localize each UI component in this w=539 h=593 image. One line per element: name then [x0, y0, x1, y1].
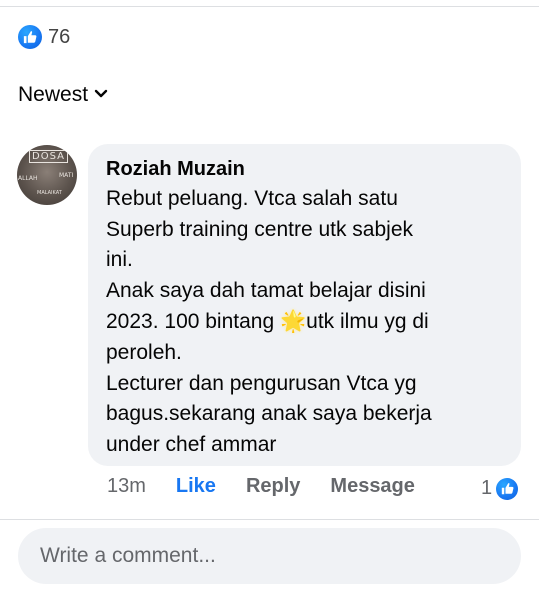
sort-label: Newest — [18, 83, 89, 106]
like-button[interactable]: Like — [176, 475, 216, 498]
comment-bubble: Roziah Muzain Rebut peluang. Vtca salah … — [88, 144, 521, 466]
comment-timestamp[interactable]: 13m — [107, 475, 146, 498]
comment-text: Rebut peluang. Vtca salah satu Superb tr… — [106, 184, 505, 460]
avatar[interactable]: DOSA ALLAH MATI MALAIKAT — [17, 145, 77, 205]
sort-dropdown[interactable]: Newest — [18, 83, 108, 107]
star-emoji-icon: 🌟 — [280, 309, 307, 334]
comment-actions: 13m Like Reply Message — [107, 475, 445, 498]
reaction-count: 76 — [48, 25, 71, 48]
avatar-text-left: ALLAH — [18, 175, 38, 182]
thumbs-up-icon — [18, 25, 42, 49]
message-button[interactable]: Message — [330, 475, 415, 498]
avatar-text-right: MATI — [59, 172, 74, 179]
comment-input[interactable] — [38, 543, 501, 569]
avatar-text-main: DOSA — [29, 150, 68, 163]
top-divider — [0, 6, 539, 7]
avatar-text-bottom: MALAIKAT — [37, 190, 62, 196]
reaction-summary[interactable]: 76 — [18, 25, 70, 49]
comment-author[interactable]: Roziah Muzain — [106, 154, 505, 184]
thumbs-up-icon — [496, 477, 519, 500]
reply-button[interactable]: Reply — [246, 475, 300, 498]
comment-composer[interactable] — [18, 528, 521, 584]
comment-reactions[interactable]: 1 — [481, 477, 519, 500]
bottom-divider — [0, 519, 539, 520]
chevron-down-icon — [94, 86, 108, 104]
comment-reaction-count: 1 — [481, 477, 493, 499]
